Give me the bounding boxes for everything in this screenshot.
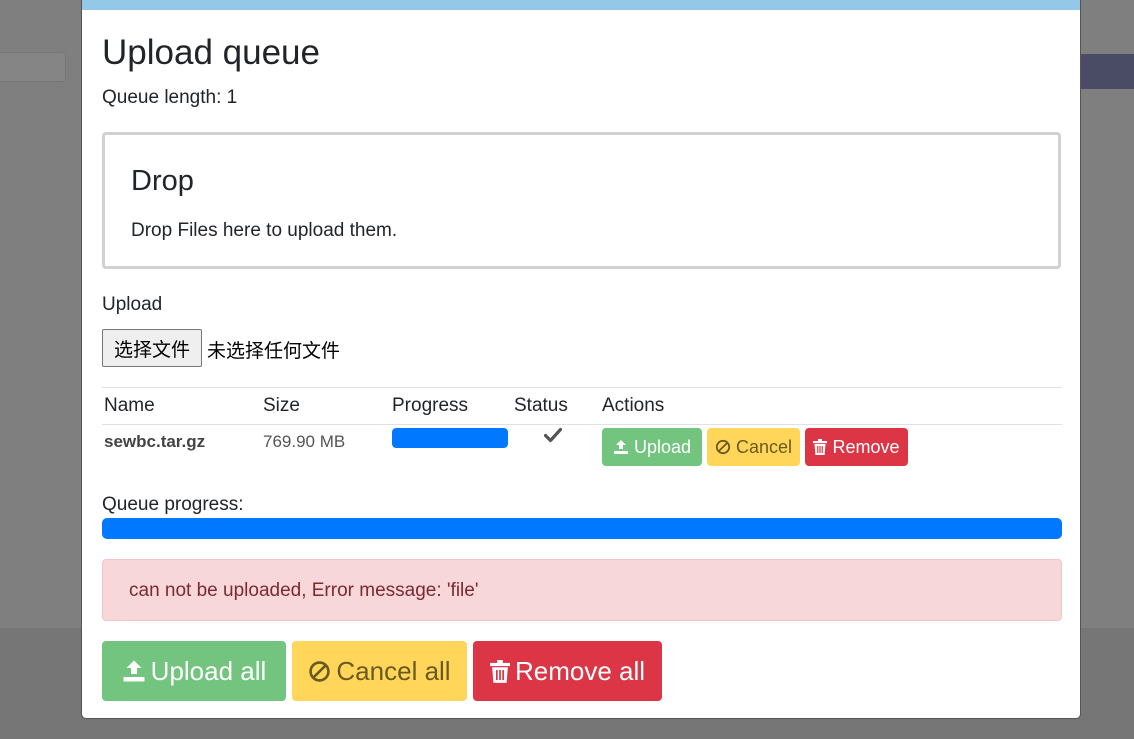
trash-icon <box>813 439 828 455</box>
column-header-actions: Actions <box>602 395 665 416</box>
table-border-top <box>102 387 1062 388</box>
column-header-status: Status <box>514 395 568 416</box>
drop-zone-title: Drop <box>131 165 194 197</box>
upload-all-label: Upload all <box>150 655 267 686</box>
ban-icon <box>308 660 331 683</box>
background-navbar <box>1080 54 1134 89</box>
choose-file-button[interactable]: 选择文件 <box>102 329 202 367</box>
file-name: sewbc.tar.gz <box>104 432 206 451</box>
remove-button[interactable]: Remove <box>805 428 908 466</box>
check-icon <box>544 427 562 443</box>
upload-icon <box>122 659 146 683</box>
error-alert: can not be uploaded, Error message: 'fil… <box>102 559 1062 621</box>
file-size: 769.90 MB <box>263 432 346 451</box>
column-header-name: Name <box>104 395 155 416</box>
error-message: can not be uploaded, Error message: 'fil… <box>129 580 479 601</box>
background-input <box>0 52 66 82</box>
table-header-divider <box>102 424 1062 425</box>
cancel-all-label: Cancel all <box>336 655 451 686</box>
column-header-size: Size <box>263 395 300 416</box>
queue-progress-fill <box>102 518 1062 539</box>
drop-zone[interactable]: Drop Drop Files here to upload them. <box>102 132 1061 269</box>
file-status-text: 未选择任何文件 <box>207 341 341 362</box>
file-progress-fill <box>392 428 508 448</box>
ban-icon <box>715 439 731 455</box>
column-header-progress: Progress <box>392 395 469 416</box>
cancel-button[interactable]: Cancel <box>707 428 800 466</box>
queue-progress-bar <box>102 518 1062 539</box>
upload-all-button[interactable]: Upload all <box>102 641 286 701</box>
upload-queue-modal: Upload queue Queue length: 1 Drop Drop F… <box>81 0 1081 719</box>
cancel-all-button[interactable]: Cancel all <box>292 641 467 701</box>
queue-length: Queue length: 1 <box>102 87 238 108</box>
drop-zone-text: Drop Files here to upload them. <box>131 220 398 241</box>
trash-icon <box>489 659 510 683</box>
upload-label: Upload <box>102 294 163 315</box>
queue-progress-label: Queue progress: <box>102 494 244 515</box>
remove-all-label: Remove all <box>514 655 646 686</box>
upload-button-label: Upload <box>633 436 692 457</box>
upload-icon <box>613 439 629 455</box>
cancel-button-label: Cancel <box>735 436 793 457</box>
modal-top-bar <box>82 0 1080 10</box>
file-progress-bar <box>392 428 508 448</box>
remove-button-label: Remove <box>832 436 900 457</box>
upload-button[interactable]: Upload <box>602 428 702 466</box>
remove-all-button[interactable]: Remove all <box>473 641 662 701</box>
modal-title: Upload queue <box>102 33 320 72</box>
